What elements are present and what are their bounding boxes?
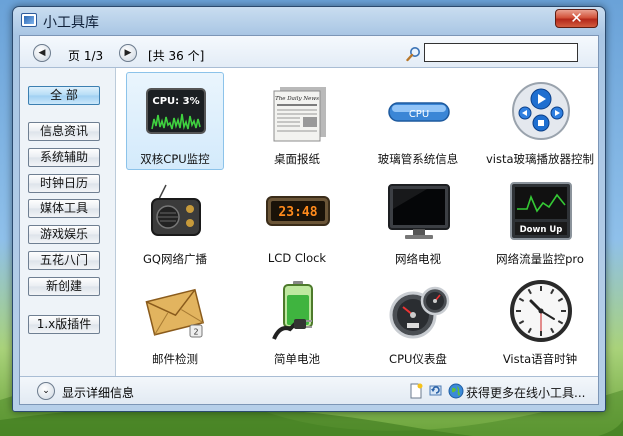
gadget-tile[interactable]: 网络电视 [369,172,467,270]
gadget-label: GQ网络广播 [143,252,207,266]
analog-clock-icon [510,280,572,342]
gadget-tile[interactable]: 2 邮件检测 [126,272,224,370]
category-games-button[interactable]: 游戏娱乐 [28,225,100,244]
gadget-tile[interactable]: CPU: 3% 双核CPU监控 [126,72,224,170]
category-legacy-plugins-button[interactable]: 1.x版插件 [28,315,100,334]
gadget-tile[interactable]: vista玻璃播放器控制 [486,72,594,170]
newspaper-masthead: The Daily News [275,96,319,102]
gadget-gallery-window: 小工具库 ✕ ◀ 页 1/3 ▶ [共 36 个] 全 部 信息资讯 系统辅助 … [12,6,606,412]
category-news-button[interactable]: 信息资讯 [28,122,100,141]
gadget-tile[interactable]: Vista语音时钟 [491,272,589,370]
show-details-label[interactable]: 显示详细信息 [62,384,134,401]
cpu-glass-tube-icon: CPU [388,102,450,122]
gadget-label: CPU仪表盘 [389,352,447,366]
gadget-gallery-app-icon [21,13,37,27]
window-client-area: ◀ 页 1/3 ▶ [共 36 个] 全 部 信息资讯 系统辅助 时钟日历 媒体… [19,35,599,405]
gadget-tile[interactable]: CPU 玻璃管系统信息 [369,72,467,170]
page-indicator: 页 1/3 [68,49,104,63]
gadget-label: 简单电池 [274,352,320,366]
previous-page-button[interactable]: ◀ [33,44,51,62]
toolbar: ◀ 页 1/3 ▶ [共 36 个] [20,36,598,68]
gadget-count: [共 36 个] [148,49,205,63]
category-new-button[interactable]: 新创建 [28,277,100,296]
window-title: 小工具库 [43,15,99,31]
search-input[interactable] [424,43,578,62]
gadget-label: Vista语音时钟 [502,352,578,366]
get-more-gadgets-link[interactable]: 获得更多在线小工具... [466,384,585,401]
gadget-tile[interactable]: Down Up 网络流量监控pro [491,172,589,270]
next-page-button[interactable]: ▶ [119,44,137,62]
refresh-icon[interactable] [428,383,444,399]
category-misc-button[interactable]: 五花八门 [28,251,100,270]
mail-count-badge: 2 [193,328,198,337]
newspaper-icon: The Daily News [273,87,326,142]
cpu-meter-text: CPU: 3% [152,96,199,107]
gadget-tile[interactable]: The Daily News 桌面报纸 [248,72,346,170]
mail-envelope-icon: 2 [145,288,205,338]
gadget-label: 网络电视 [395,252,441,266]
search-icon [406,47,420,62]
gadget-label: vista玻璃播放器控制 [485,152,595,166]
lcd-clock-icon: 23:48 [266,196,330,226]
gadget-tile[interactable]: GQ网络广播 [126,172,224,270]
title-bar[interactable]: 小工具库 ✕ [13,7,605,33]
gadget-tile[interactable]: 简单电池 [248,272,346,370]
gadget-label: LCD Clock [267,251,327,265]
gadget-grid: CPU: 3% 双核CPU监控 The Daily News 桌面报纸 CPU … [124,72,598,372]
gadget-label: 网络流量监控pro [496,252,584,266]
category-sidebar: 全 部 信息资讯 系统辅助 时钟日历 媒体工具 游戏娱乐 五花八门 新创建 1.… [20,68,116,376]
category-all-button[interactable]: 全 部 [28,86,100,105]
tv-monitor-icon [388,184,450,239]
gadget-label: 桌面报纸 [274,152,320,166]
radio-icon [151,184,201,236]
new-document-icon[interactable] [408,383,424,399]
gadget-tile[interactable]: CPU仪表盘 [369,272,467,370]
cpu-gauge-icon [389,286,450,339]
category-clock-calendar-button[interactable]: 时钟日历 [28,174,100,193]
globe-icon[interactable] [448,383,464,399]
category-system-button[interactable]: 系统辅助 [28,148,100,167]
cpu-meter-icon: CPU: 3% [146,88,206,134]
show-details-toggle[interactable]: ⌄ [37,382,55,400]
category-media-button[interactable]: 媒体工具 [28,199,100,218]
footer-bar: ⌄ 显示详细信息 获得更多在线小工具... [20,376,598,404]
lcd-clock-digits: 23:48 [278,205,317,220]
battery-plug-icon [272,281,313,340]
network-traffic-icon: Down Up [510,182,572,240]
gadget-label: 玻璃管系统信息 [377,152,459,166]
gadget-label: 双核CPU监控 [140,152,210,166]
gadget-tile[interactable]: 23:48 LCD Clock [248,172,346,270]
media-player-control-icon [512,82,570,140]
gadget-label: 邮件检测 [152,352,198,366]
network-traffic-text: Down Up [520,225,563,235]
close-button[interactable]: ✕ [555,9,598,28]
cpu-tube-text: CPU [409,109,429,120]
